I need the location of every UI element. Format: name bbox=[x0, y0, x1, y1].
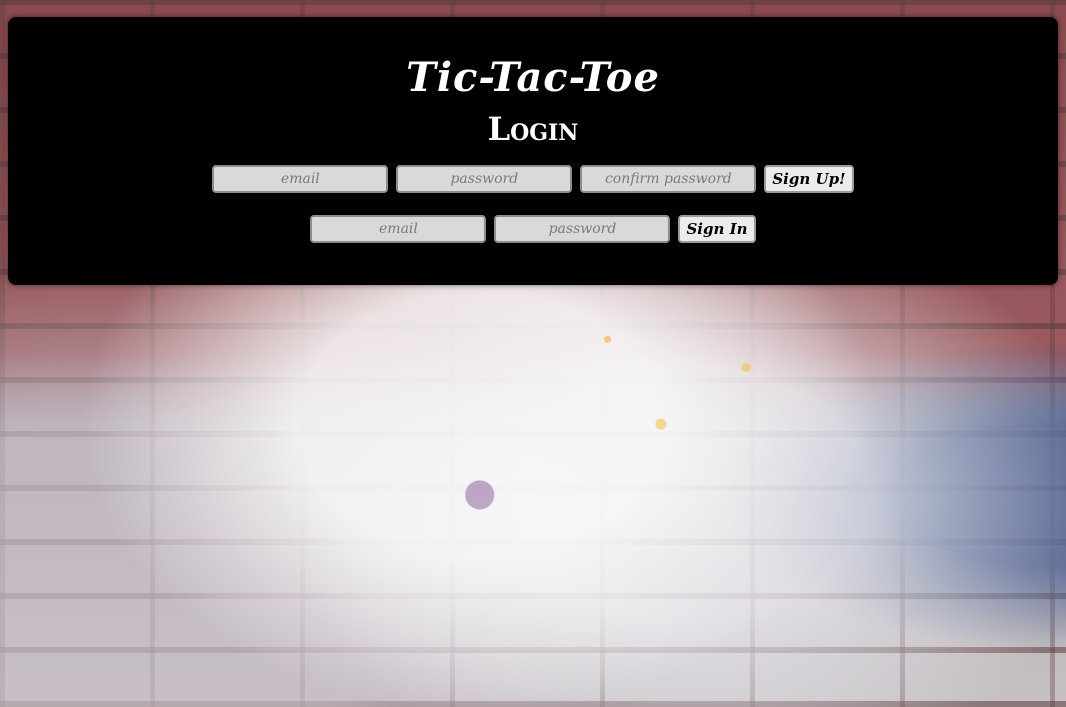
sign-up-confirm-password-input[interactable] bbox=[580, 165, 757, 193]
sign-up-password-input[interactable] bbox=[396, 165, 573, 193]
sign-in-password-input[interactable] bbox=[494, 215, 671, 243]
sign-up-button[interactable]: Sign Up! bbox=[764, 165, 854, 193]
sign-in-form: Sign In bbox=[8, 215, 1058, 243]
sign-in-button[interactable]: Sign In bbox=[678, 215, 756, 243]
sign-up-email-input[interactable] bbox=[212, 165, 389, 193]
sign-in-email-input[interactable] bbox=[310, 215, 487, 243]
login-heading: Login bbox=[487, 110, 579, 148]
sign-up-form: Sign Up! bbox=[8, 165, 1058, 193]
page-title: Tic-Tac-Toe bbox=[406, 54, 660, 101]
header-panel: Tic-Tac-Toe Login Sign Up! Sign In bbox=[8, 17, 1058, 285]
